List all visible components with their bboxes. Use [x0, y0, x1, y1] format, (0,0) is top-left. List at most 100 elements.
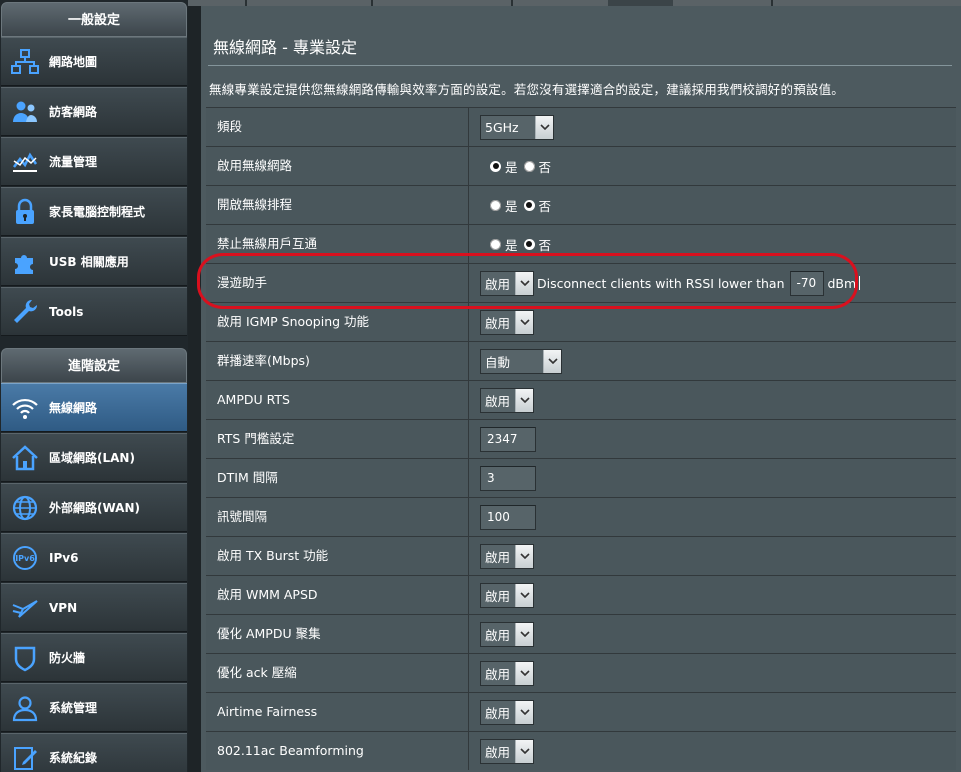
main-panel: 無線網路 - 專業設定 無線專業設定提供您無線網路傳輸與效率方面的設定。若您沒有…: [201, 6, 961, 772]
row-label: 頻段: [206, 108, 469, 146]
nav-wireless[interactable]: 無線網路: [1, 383, 187, 432]
rts-threshold-input[interactable]: 2347: [480, 426, 536, 452]
dtim-input[interactable]: 3: [480, 465, 536, 491]
row-ampdu-rts: AMPDU RTS 啟用: [206, 380, 956, 419]
nav-label: Tools: [49, 304, 84, 319]
row-label: 群播速率(Mbps): [206, 342, 469, 380]
beamforming-select[interactable]: 啟用: [480, 738, 534, 764]
nav-system-log[interactable]: 系統紀錄: [1, 733, 187, 772]
select-value: 啟用: [485, 276, 511, 292]
nav-firewall[interactable]: 防火牆: [1, 633, 187, 682]
nav-label: IPv6: [49, 550, 79, 565]
radio-yes-label: 是: [505, 237, 518, 253]
parental-control-icon: [1, 187, 49, 236]
nav-label: 系統管理: [49, 701, 98, 715]
nav-administration[interactable]: 系統管理: [1, 683, 187, 732]
row-dtim-interval: DTIM 間隔 3: [206, 458, 956, 497]
page-description: 無線專業設定提供您無線網路傳輸與效率方面的設定。若您沒有選擇適合的設定，建議採用…: [209, 82, 845, 97]
chevron-down-icon: [515, 739, 533, 763]
row-label: DTIM 間隔: [206, 459, 469, 497]
row-control: 啟用: [480, 615, 534, 653]
row-label: 啟用無線網路: [206, 147, 469, 185]
row-wireless-schedule: 開啟無線排程 是 否: [206, 185, 956, 224]
row-label: 802.11ac Beamforming: [206, 732, 469, 770]
settings-table: 頻段 5GHz 啟用無線網路 是 否 開啟無線排程 是 否 禁止無線用戶互通 是…: [206, 107, 956, 770]
radio-group: 是 否: [480, 186, 557, 224]
chevron-down-icon: [515, 622, 533, 646]
select-value: 啟用: [485, 627, 511, 643]
airtime-select[interactable]: 啟用: [480, 699, 534, 725]
radio-no[interactable]: [523, 238, 535, 250]
nav-usb-application[interactable]: USB 相關應用: [1, 237, 187, 286]
radio-no-label: 否: [538, 237, 552, 253]
general-settings-header: 一般設定: [1, 2, 187, 37]
row-control: 啟用: [480, 693, 534, 731]
nav-label: USB 相關應用: [49, 255, 129, 269]
select-value: 5GHz: [485, 119, 519, 135]
nav-label: 區域網路(LAN): [49, 451, 135, 465]
select-value: 自動: [485, 354, 511, 370]
guest-network-icon: [1, 87, 49, 136]
ipv6-icon: IPv6: [1, 533, 49, 582]
roaming-select[interactable]: 啟用: [480, 270, 534, 296]
tx-burst-select[interactable]: 啟用: [480, 543, 534, 569]
row-label: RTS 門檻設定: [206, 420, 469, 458]
row-label: 啟用 WMM APSD: [206, 576, 469, 614]
ampdu-agg-select[interactable]: 啟用: [480, 621, 534, 647]
nav-label: 系統紀錄: [49, 751, 98, 765]
nav-traffic-manager[interactable]: 流量管理: [1, 137, 187, 186]
ampdu-rts-select[interactable]: 啟用: [480, 387, 534, 413]
ack-select[interactable]: 啟用: [480, 660, 534, 686]
radio-no[interactable]: [523, 199, 535, 211]
administration-icon: [1, 683, 49, 732]
row-airtime-fairness: Airtime Fairness 啟用: [206, 692, 956, 731]
row-igmp-snooping: 啟用 IGMP Snooping 功能 啟用: [206, 302, 956, 341]
row-roaming-assistant: 漫遊助手 啟用 Disconnect clients with RSSI low…: [206, 263, 956, 302]
row-control: 啟用: [480, 654, 534, 692]
row-control: 啟用: [480, 537, 534, 575]
nav-label: 防火牆: [49, 651, 86, 665]
row-label: 啟用 IGMP Snooping 功能: [206, 303, 469, 341]
multicast-select[interactable]: 自動: [480, 348, 562, 374]
radio-yes[interactable]: [490, 238, 501, 250]
row-wmm-apsd: 啟用 WMM APSD 啟用: [206, 575, 956, 614]
usb-app-icon: [1, 237, 49, 286]
row-multicast-rate: 群播速率(Mbps) 自動: [206, 341, 956, 380]
row-label: 啟用 TX Burst 功能: [206, 537, 469, 575]
beacon-input[interactable]: 100: [480, 504, 536, 530]
nav-guest-network[interactable]: 訪客網路: [1, 87, 187, 136]
rssi-input[interactable]: -70: [789, 270, 824, 296]
nav-wan[interactable]: 外部網路(WAN): [1, 483, 187, 532]
tools-icon: [1, 287, 49, 336]
select-value: 啟用: [485, 393, 511, 409]
row-ampdu-aggregation: 優化 AMPDU 聚集 啟用: [206, 614, 956, 653]
row-control: 3: [480, 459, 536, 497]
row-label: Airtime Fairness: [206, 693, 469, 731]
nav-lan[interactable]: 區域網路(LAN): [1, 433, 187, 482]
nav-ipv6[interactable]: IPv6 IPv6: [1, 533, 187, 582]
radio-yes[interactable]: [490, 160, 501, 172]
radio-group: 是 否: [480, 225, 557, 263]
wmm-apsd-select[interactable]: 啟用: [480, 582, 534, 608]
radio-yes-label: 是: [505, 159, 518, 175]
radio-group: 是 否: [480, 147, 557, 185]
row-label: 禁止無線用戶互通: [206, 225, 469, 263]
row-ap-isolation: 禁止無線用戶互通 是 否: [206, 224, 956, 263]
chevron-down-icon: [535, 115, 553, 139]
traffic-manager-icon: [1, 137, 49, 186]
igmp-select[interactable]: 啟用: [480, 309, 534, 335]
radio-yes[interactable]: [490, 199, 501, 211]
radio-no[interactable]: [523, 160, 535, 172]
row-control: 2347: [480, 420, 536, 458]
nav-label: 流量管理: [49, 155, 98, 169]
nav-tools[interactable]: Tools: [1, 287, 187, 336]
nav-parental-control[interactable]: 家長電腦控制程式: [1, 187, 187, 236]
select-value: 啟用: [485, 315, 511, 331]
nav-vpn[interactable]: VPN: [1, 583, 187, 632]
band-select[interactable]: 5GHz: [480, 114, 554, 140]
chevron-down-icon: [515, 583, 533, 607]
chevron-down-icon: [543, 349, 561, 373]
row-control: 100: [480, 498, 536, 536]
nav-label: VPN: [49, 600, 78, 615]
nav-network-map[interactable]: 網路地圖: [1, 37, 187, 86]
